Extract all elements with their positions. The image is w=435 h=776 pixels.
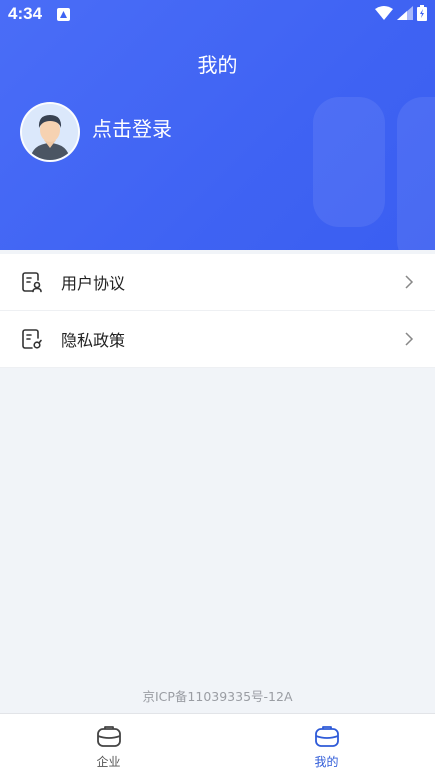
status-time: 4:34 — [8, 4, 43, 23]
tab-label: 企业 — [96, 755, 121, 769]
menu-list: 用户协议 隐私政策 — [0, 254, 435, 368]
menu-item-label: 隐私政策 — [61, 331, 126, 350]
status-bar: 4:34 — [0, 0, 435, 30]
default-avatar-icon — [22, 104, 78, 160]
wifi-icon — [375, 6, 393, 20]
privacy-policy-icon — [22, 329, 42, 349]
chevron-right-icon — [405, 332, 414, 346]
chevron-right-icon — [405, 275, 414, 289]
bottom-tab-bar: 企业 我的 — [0, 713, 435, 776]
login-link[interactable]: 点击登录 — [92, 113, 172, 142]
page-title: 我的 — [197, 53, 238, 77]
briefcase-icon — [96, 726, 121, 747]
battery-icon — [417, 5, 427, 21]
user-agreement-icon — [22, 272, 42, 293]
tab-mine[interactable]: 我的 — [218, 714, 435, 776]
header-decoration — [397, 97, 435, 250]
header-decoration — [313, 97, 385, 227]
menu-item-label: 用户协议 — [61, 274, 126, 293]
menu-item-user-agreement[interactable]: 用户协议 — [0, 254, 435, 311]
profile-header: 4:34 我的 点击登录 — [0, 0, 435, 250]
briefcase-icon — [314, 726, 339, 747]
tab-enterprise[interactable]: 企业 — [0, 714, 217, 776]
tab-label: 我的 — [314, 755, 339, 769]
avatar[interactable] — [20, 102, 80, 162]
signal-icon — [397, 6, 413, 20]
menu-item-privacy-policy[interactable]: 隐私政策 — [0, 311, 435, 368]
notification-icon — [57, 8, 70, 21]
icp-license-text: 京ICP备11039335号-12A — [142, 689, 293, 704]
